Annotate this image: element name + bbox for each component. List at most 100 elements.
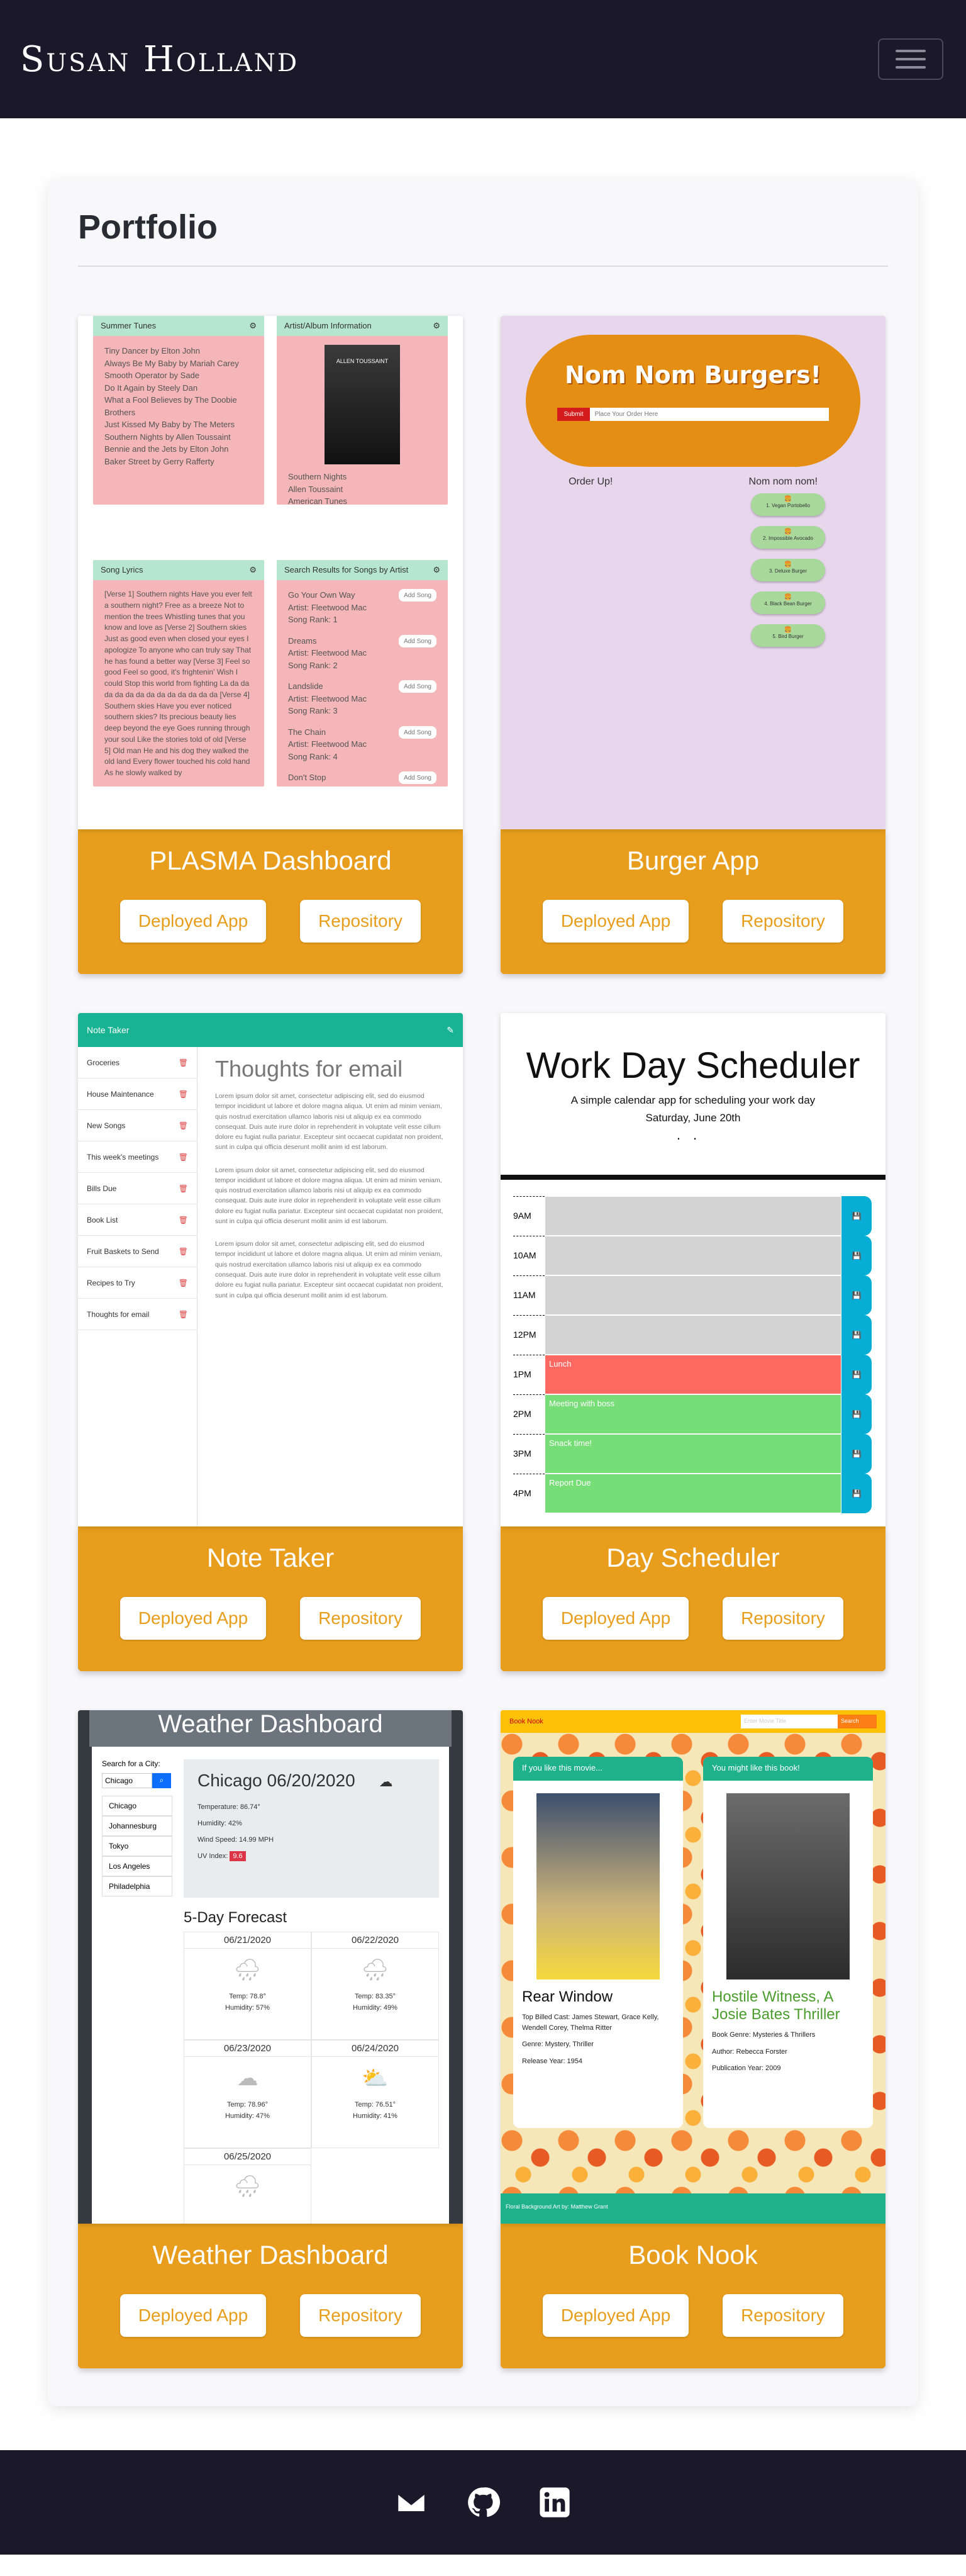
deployed-app-button[interactable]: Deployed App xyxy=(543,1597,689,1640)
song-item: Smooth Operator by Sade xyxy=(104,371,200,380)
trash-icon: 🗑 xyxy=(178,1215,188,1224)
project-title: Burger App xyxy=(626,846,760,875)
linkedin-icon[interactable] xyxy=(538,2485,572,2519)
note-title: New Songs xyxy=(87,1121,126,1130)
cloud-icon: ☁ xyxy=(379,1774,393,1789)
gear-icon: ⚙ xyxy=(433,565,440,574)
note-item: This week's meetings 🗑 xyxy=(78,1141,197,1173)
forecast-day: 06/24/2020 ⛅ Temp: 76.51° Humidity: 41% xyxy=(311,2040,439,2148)
song-title: Don't Stop xyxy=(288,773,326,782)
repository-button[interactable]: Repository xyxy=(300,2294,421,2337)
sun-cloud-icon: ⛅ xyxy=(362,2066,389,2090)
hour-label: 11AM xyxy=(513,1275,545,1315)
pencil-icon: ✎ xyxy=(447,1024,454,1035)
save-icon: 💾 xyxy=(841,1236,872,1275)
hour-label: 2PM xyxy=(513,1394,545,1434)
movie-poster xyxy=(536,1793,660,1980)
repository-button[interactable]: Repository xyxy=(723,900,843,943)
project-caption: PLASMA Dashboard Deployed App Repository xyxy=(78,829,463,974)
repository-button[interactable]: Repository xyxy=(723,1597,843,1640)
brand-name[interactable]: Susan Holland xyxy=(20,39,299,80)
note-title: Thoughts for email xyxy=(87,1309,150,1319)
submit-button: Submit xyxy=(557,408,590,421)
song-item: Just Kissed My Baby by The Meters xyxy=(104,420,235,429)
song-artist: Artist: Fleetwood Mac xyxy=(288,784,367,787)
trash-icon: 🗑 xyxy=(178,1309,188,1319)
artist-info-line: Allen Toussaint xyxy=(288,484,343,494)
trash-icon: 🗑 xyxy=(178,1152,188,1162)
event-text: Meeting with boss xyxy=(545,1394,841,1434)
song-artist: Artist: Fleetwood Mac xyxy=(288,693,367,703)
song-title: Go Your Own Way xyxy=(288,590,355,600)
burger-icon: 🍔 xyxy=(784,496,792,503)
rain-icon: 🌧 xyxy=(361,1958,389,1982)
song-rank: Song Rank: 2 xyxy=(288,660,338,670)
note-title: Bills Due xyxy=(87,1184,117,1193)
project-grid: Summer Tunes ⚙ Tiny Dancer by Elton John A… xyxy=(78,316,888,2368)
save-icon: 💾 xyxy=(841,1355,872,1394)
note-title: Book List xyxy=(87,1215,118,1224)
project-card-weather: Weather Dashboard Search for a City: Chi… xyxy=(78,1710,463,2368)
song-rank: Song Rank: 3 xyxy=(288,706,338,715)
summer-tunes-card: Summer Tunes ⚙ Tiny Dancer by Elton John A… xyxy=(93,316,264,505)
trash-icon: 🗑 xyxy=(178,1278,188,1287)
project-caption: Weather Dashboard Deployed App Repositor… xyxy=(78,2224,463,2368)
forecast-humidity: Humidity: 49% xyxy=(353,2004,397,2012)
song-result: Don't StopArtist: Fleetwood MacSong Rank… xyxy=(288,771,436,787)
forecast-day: 06/21/2020 🌧 Temp: 78.8° Humidity: 57% xyxy=(184,1932,311,2040)
time-block: 12PM 💾 xyxy=(513,1315,872,1355)
repository-button[interactable]: Repository xyxy=(723,2294,843,2337)
forecast-temp: Temp: 83.35° xyxy=(355,1993,396,2000)
note-item: House Maintenance 🗑 xyxy=(78,1078,197,1110)
burger-icon: 🍔 xyxy=(784,594,792,601)
deployed-app-button[interactable]: Deployed App xyxy=(120,2294,266,2337)
repository-button[interactable]: Repository xyxy=(300,1597,421,1640)
portfolio-card: Portfolio Summer Tunes ⚙ Tiny Dancer by E… xyxy=(48,179,918,2406)
github-icon[interactable] xyxy=(466,2485,500,2519)
hour-label: 12PM xyxy=(513,1315,545,1355)
hour-label: 10AM xyxy=(513,1236,545,1275)
artist-card: Artist/Album Information ⚙ ALLEN TOUSSAIN… xyxy=(277,316,448,505)
song-item: Southern Nights by Allen Toussaint xyxy=(104,432,231,442)
song-title: The Chain xyxy=(288,727,326,737)
project-caption: Book Nook Deployed App Repository xyxy=(501,2224,886,2368)
order-input: Place Your Order Here xyxy=(589,408,829,421)
project-screenshot: Summer Tunes ⚙ Tiny Dancer by Elton John A… xyxy=(78,316,463,829)
add-song-button: Add Song xyxy=(399,725,436,739)
forecast-day: 06/22/2020 🌧 Temp: 83.35° Humidity: 49% xyxy=(311,1932,439,2040)
hour-label: 1PM xyxy=(513,1355,545,1394)
city-search-input: Chicago xyxy=(102,1773,152,1788)
forecast-date: 06/21/2020 xyxy=(184,1935,311,1949)
event-text: Snack time! xyxy=(545,1434,841,1474)
song-rank: Song Rank: 4 xyxy=(288,751,338,761)
song-result: Dreams Artist: Fleetwood Mac Song Rank: 2 A… xyxy=(288,634,436,672)
note-list: Groceries 🗑 House Maintenance 🗑 New Songs 🗑 Th… xyxy=(78,1047,197,1526)
project-card-note-taker: Note Taker ✎ Groceries 🗑 House Maintenance 🗑… xyxy=(78,1013,463,1671)
song-item: Bennie and the Jets by Elton John xyxy=(104,444,229,454)
save-icon: 💾 xyxy=(841,1474,872,1513)
forecast-date: 06/22/2020 xyxy=(312,1935,438,1949)
project-card-scheduler: Work Day Scheduler A simple calendar app… xyxy=(501,1013,886,1671)
current-weather: Chicago 06/20/2020 ☁ Temperature: 86.74°… xyxy=(184,1759,439,1898)
event-text xyxy=(545,1196,841,1236)
forecast-date: 06/25/2020 xyxy=(184,2151,311,2165)
deployed-app-button[interactable]: Deployed App xyxy=(543,2294,689,2337)
note-item: New Songs 🗑 xyxy=(78,1110,197,1141)
repository-button[interactable]: Repository xyxy=(300,900,421,943)
deployed-app-button[interactable]: Deployed App xyxy=(120,1597,266,1640)
forecast-date: 06/23/2020 xyxy=(184,2043,311,2057)
song-rank: Song Rank: 1 xyxy=(288,615,338,624)
note-title: Groceries xyxy=(87,1058,120,1067)
hour-label: 9AM xyxy=(513,1196,545,1236)
forecast-temp: Temp: 78.96° xyxy=(227,2101,268,2108)
forecast-humidity: Humidity: 47% xyxy=(225,2112,270,2120)
deployed-app-button[interactable]: Deployed App xyxy=(543,900,689,943)
note-title: Recipes to Try xyxy=(87,1278,135,1287)
deployed-app-button[interactable]: Deployed App xyxy=(120,900,266,943)
city-history-item: Chicago xyxy=(102,1796,172,1816)
menu-toggle-button[interactable] xyxy=(878,38,943,80)
song-item: Always Be My Baby by Mariah Carey xyxy=(104,358,239,368)
forecast-humidity: Humidity: 57% xyxy=(225,2004,270,2012)
email-icon[interactable] xyxy=(394,2485,428,2519)
forecast-temp: Temp: 78.8° xyxy=(229,1993,266,2000)
